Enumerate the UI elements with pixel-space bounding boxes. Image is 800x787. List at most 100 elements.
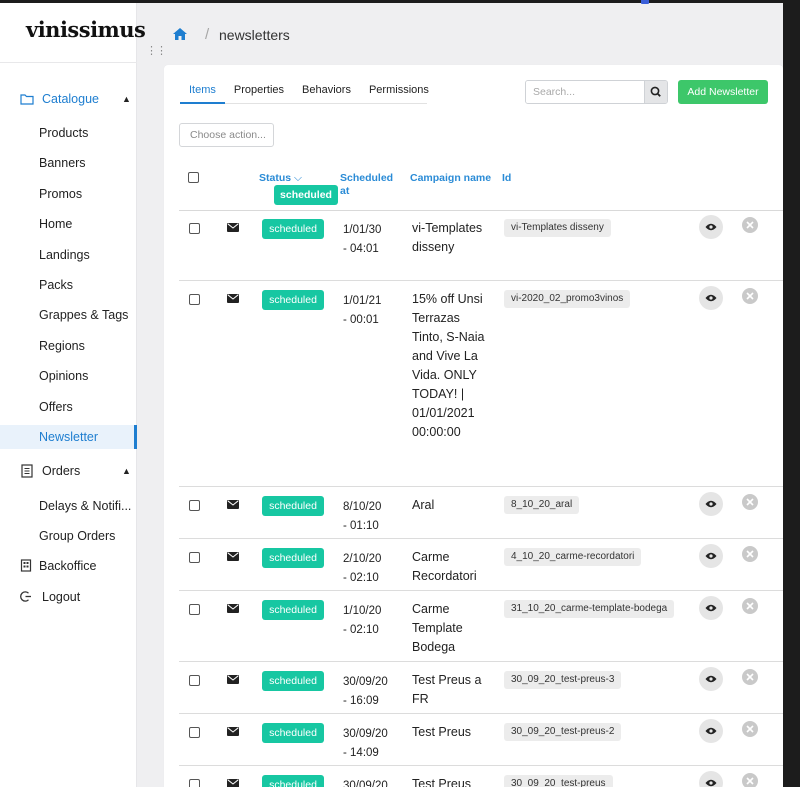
view-button[interactable] bbox=[699, 286, 723, 310]
sidebar-item-regions[interactable]: Regions bbox=[0, 334, 137, 358]
campaign-name[interactable]: Aral bbox=[412, 496, 488, 515]
table-row[interactable]: scheduled 2/10/20- 02:10 Carme Recordatori… bbox=[179, 539, 783, 591]
delete-button[interactable] bbox=[742, 669, 758, 685]
column-header-status[interactable]: Status ⌵ bbox=[259, 172, 302, 185]
row-checkbox[interactable] bbox=[189, 727, 200, 738]
campaign-name[interactable]: Test Preus bbox=[412, 723, 488, 742]
sidebar-item-label: Logout bbox=[42, 590, 81, 604]
chevron-down-icon: ⌵ bbox=[294, 172, 302, 184]
newsletter-id-tag: 8_10_20_aral bbox=[504, 496, 580, 514]
view-button[interactable] bbox=[699, 667, 723, 691]
sidebar-item-group-orders[interactable]: Group Orders bbox=[0, 524, 137, 548]
scheduled-at: 30/09/20- 14:09 bbox=[343, 728, 388, 759]
sidebar-item-packs[interactable]: Packs bbox=[0, 273, 137, 297]
delete-button[interactable] bbox=[742, 217, 758, 233]
sidebar-item-offers[interactable]: Offers bbox=[0, 395, 137, 419]
table-row[interactable]: scheduled 30/09/20- 14:09 Test Preus 30_09_… bbox=[179, 714, 783, 766]
tab-permissions[interactable]: Permissions bbox=[360, 81, 438, 104]
row-checkbox[interactable] bbox=[189, 675, 200, 686]
view-button[interactable] bbox=[699, 719, 723, 743]
campaign-name[interactable]: Carme Template Bodega bbox=[412, 600, 488, 657]
home-icon[interactable] bbox=[172, 27, 188, 41]
choose-action-select[interactable]: Choose action... bbox=[179, 123, 274, 147]
table-row[interactable]: scheduled 8/10/20- 01:10 Aral 8_10_20_aral bbox=[179, 487, 783, 539]
sidebar-item-home[interactable]: Home bbox=[0, 212, 137, 236]
newsletter-id-tag: vi-2020_02_promo3vinos bbox=[504, 290, 631, 308]
row-checkbox[interactable] bbox=[189, 223, 200, 234]
sidebar-item-products[interactable]: Products bbox=[0, 121, 137, 145]
sidebar-item-banners[interactable]: Banners bbox=[0, 151, 137, 175]
row-checkbox[interactable] bbox=[189, 604, 200, 615]
status-badge: scheduled bbox=[262, 671, 324, 691]
breadcrumb-separator: / bbox=[205, 26, 210, 43]
scheduled-at: 1/01/21- 00:01 bbox=[343, 295, 382, 326]
column-header-scheduled-at[interactable]: Scheduled at bbox=[340, 172, 393, 198]
table-row[interactable]: scheduled 1/01/21- 00:01 15% off Unsi Terr… bbox=[179, 281, 783, 487]
scheduled-at: 1/01/30- 04:01 bbox=[343, 224, 382, 255]
delete-button[interactable] bbox=[742, 546, 758, 562]
delete-button[interactable] bbox=[742, 721, 758, 737]
select-all-checkbox[interactable] bbox=[188, 172, 199, 183]
sidebar-item-label: Group Orders bbox=[39, 529, 116, 543]
view-button[interactable] bbox=[699, 771, 723, 787]
close-icon bbox=[746, 602, 754, 610]
row-checkbox[interactable] bbox=[189, 294, 200, 305]
row-checkbox[interactable] bbox=[189, 500, 200, 511]
campaign-name[interactable]: Test Preus bbox=[412, 775, 488, 787]
sidebar-item-label: Regions bbox=[39, 339, 85, 353]
delete-button[interactable] bbox=[742, 598, 758, 614]
sidebar-item-opinions[interactable]: Opinions bbox=[0, 364, 137, 388]
campaign-name[interactable]: Carme Recordatori bbox=[412, 548, 488, 586]
campaign-name[interactable]: 15% off Unsi Terrazas Tinto, S-Naia and … bbox=[412, 290, 488, 442]
table-row[interactable]: scheduled 30/09/20- 16:09 Test Preus a FR 3… bbox=[179, 662, 783, 714]
chevron-up-icon[interactable]: ▲ bbox=[122, 466, 131, 476]
close-icon bbox=[746, 292, 754, 300]
sidebar-group-orders[interactable]: Orders ▲ bbox=[0, 456, 137, 486]
close-icon bbox=[746, 673, 754, 681]
sidebar-item-logout[interactable]: Logout bbox=[0, 585, 137, 609]
column-header-id[interactable]: Id bbox=[502, 172, 511, 185]
sidebar-item-delays-notifications[interactable]: Delays & Notifi... bbox=[0, 494, 137, 518]
mail-icon bbox=[227, 552, 239, 561]
status-filter-badge[interactable]: scheduled bbox=[274, 185, 338, 205]
tab-items[interactable]: Items bbox=[180, 81, 225, 104]
tab-properties[interactable]: Properties bbox=[225, 81, 293, 104]
chevron-up-icon[interactable]: ▲ bbox=[122, 94, 131, 104]
sidebar-group-catalogue[interactable]: Catalogue ▲ bbox=[0, 84, 137, 114]
table-row[interactable]: scheduled 1/10/20- 02:10 Carme Template Bo… bbox=[179, 591, 783, 662]
table-row[interactable]: scheduled 30/09/20 Test Preus 30_09_20_test… bbox=[179, 766, 783, 787]
delete-button[interactable] bbox=[742, 288, 758, 304]
logo[interactable]: vinissimus bbox=[26, 17, 146, 42]
status-badge: scheduled bbox=[262, 723, 324, 743]
eye-icon bbox=[705, 727, 717, 735]
sidebar-item-label: Promos bbox=[39, 187, 83, 201]
sidebar-item-promos[interactable]: Promos bbox=[0, 182, 137, 206]
sidebar-item-label: Backoffice bbox=[39, 559, 97, 573]
search-input[interactable] bbox=[526, 81, 645, 103]
row-checkbox[interactable] bbox=[189, 552, 200, 563]
sidebar-item-backoffice[interactable]: Backoffice bbox=[0, 554, 137, 578]
sidebar-item-grappes-tags[interactable]: Grappes & Tags bbox=[0, 303, 137, 327]
mail-icon bbox=[227, 294, 239, 303]
search-button[interactable] bbox=[644, 81, 667, 103]
view-button[interactable] bbox=[699, 492, 723, 516]
sidebar-group-label: Orders bbox=[42, 464, 81, 478]
sidebar-item-newsletter[interactable]: Newsletter bbox=[0, 425, 137, 449]
delete-button[interactable] bbox=[742, 773, 758, 787]
sidebar-item-label: Landings bbox=[39, 248, 90, 262]
eye-icon bbox=[705, 675, 717, 683]
campaign-name[interactable]: vi-Templates disseny bbox=[412, 219, 488, 257]
sidebar-item-landings[interactable]: Landings bbox=[0, 243, 137, 267]
add-newsletter-button[interactable]: Add Newsletter bbox=[678, 80, 768, 104]
column-header-campaign-name[interactable]: Campaign name bbox=[410, 172, 491, 185]
delete-button[interactable] bbox=[742, 494, 758, 510]
campaign-name[interactable]: Test Preus a FR bbox=[412, 671, 488, 709]
row-checkbox[interactable] bbox=[189, 779, 200, 787]
newsletter-id-tag: 30_09_20_test-preus-2 bbox=[504, 723, 622, 741]
view-button[interactable] bbox=[699, 596, 723, 620]
table-row[interactable]: scheduled 1/01/30- 04:01 vi-Templates diss… bbox=[179, 210, 783, 281]
tab-behaviors[interactable]: Behaviors bbox=[293, 81, 360, 104]
status-badge: scheduled bbox=[262, 600, 324, 620]
view-button[interactable] bbox=[699, 215, 723, 239]
view-button[interactable] bbox=[699, 544, 723, 568]
